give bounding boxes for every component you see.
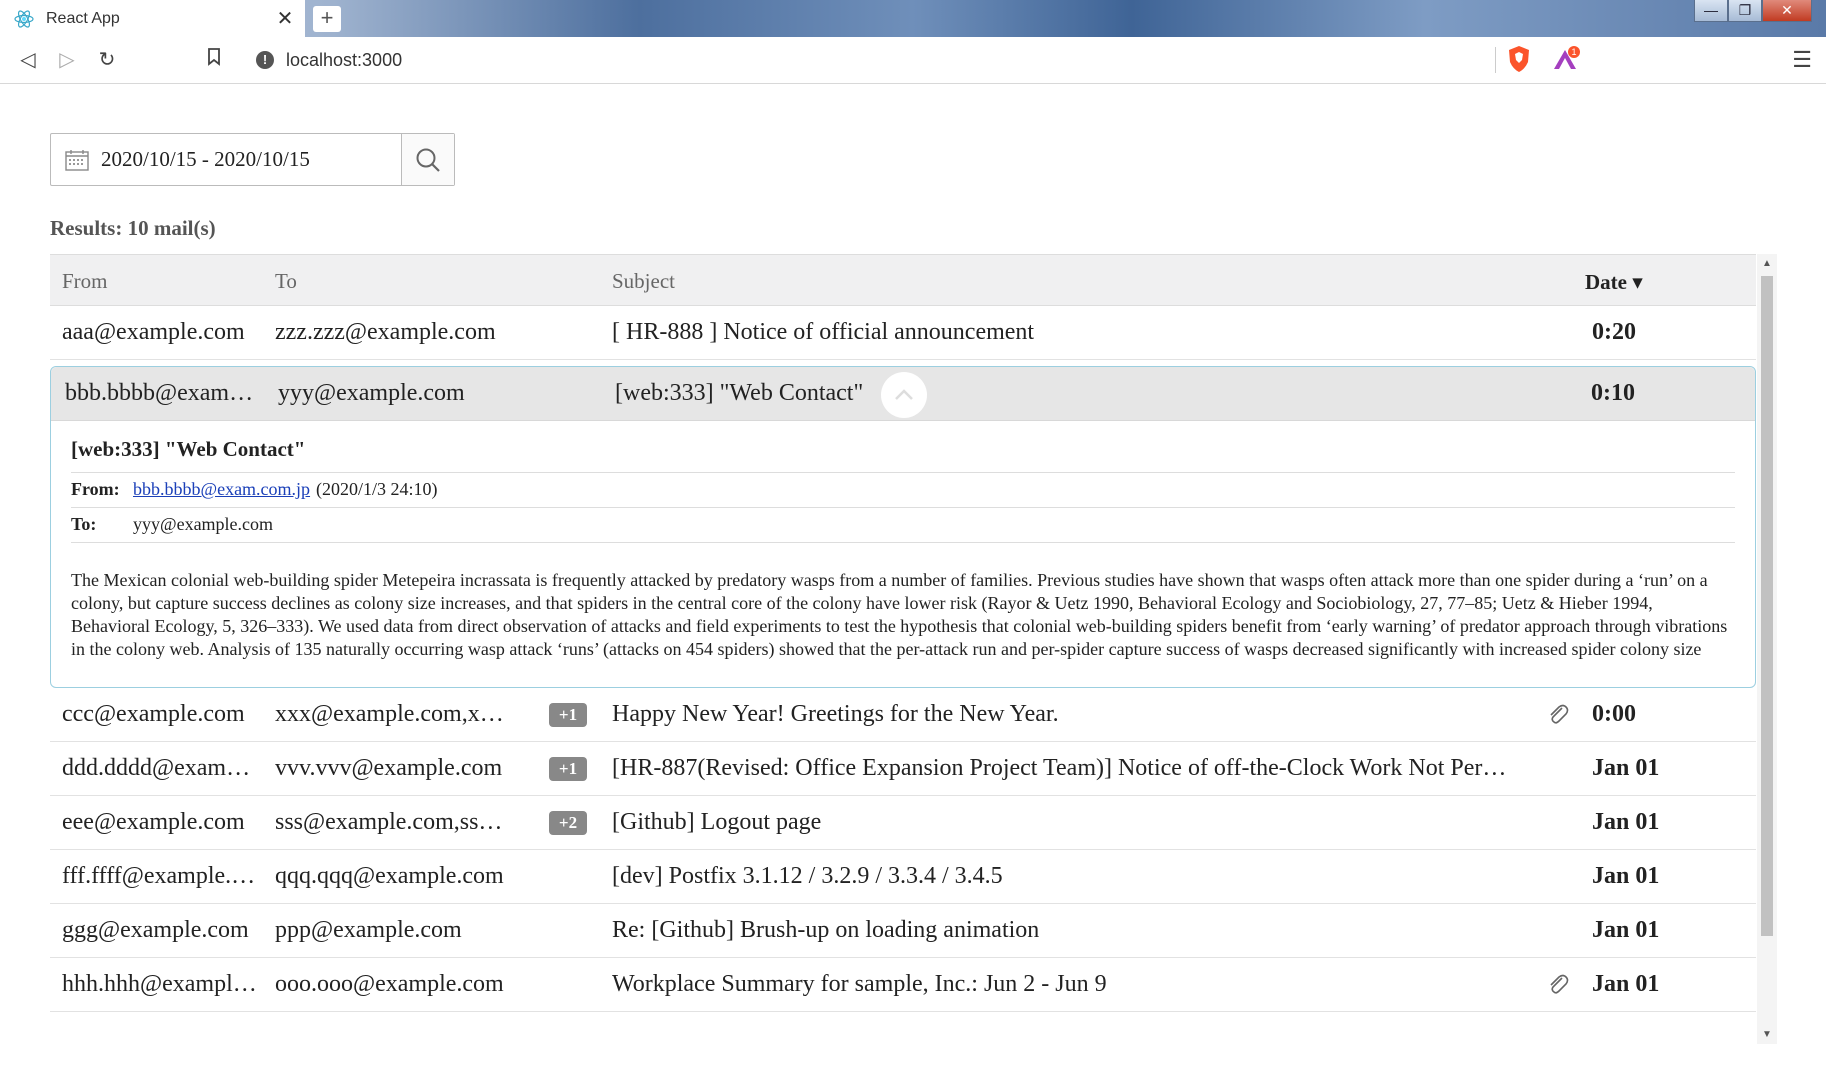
bookmark-icon[interactable] bbox=[200, 46, 228, 74]
row-date: Jan 01 bbox=[1592, 917, 1660, 943]
row-to: ooo.ooo@example.com bbox=[275, 971, 504, 997]
table-row[interactable]: fff.ffff@example.com qqq.qqq@example.com… bbox=[50, 850, 1756, 904]
attachment-icon bbox=[1550, 974, 1569, 994]
site-info-icon[interactable]: ! bbox=[256, 51, 274, 69]
mail-to-line: To: yyy@example.com bbox=[71, 507, 1735, 543]
table-row[interactable]: ccc@example.com xxx@example.com,xyz@exam… bbox=[50, 688, 1756, 742]
collapse-chevron-icon[interactable] bbox=[881, 372, 927, 418]
browser-tabstrip: React App ✕ + — ❐ ✕ bbox=[0, 0, 1826, 37]
brave-shield-icon[interactable] bbox=[1506, 45, 1532, 73]
hamburger-menu-icon[interactable]: ☰ bbox=[1792, 47, 1812, 73]
url-field[interactable]: ! localhost:3000 bbox=[244, 43, 1584, 77]
expanded-row-header[interactable]: bbb.bbbb@example.com yyy@example.com [we… bbox=[51, 367, 1755, 421]
tab-close-icon[interactable]: ✕ bbox=[275, 6, 295, 31]
row-date: Jan 01 bbox=[1592, 809, 1660, 835]
row-subject: Happy New Year! Greetings for the New Ye… bbox=[612, 701, 1059, 727]
tab-title: React App bbox=[46, 9, 120, 27]
window-close-button[interactable]: ✕ bbox=[1762, 0, 1812, 22]
header-from[interactable]: From bbox=[62, 269, 108, 294]
row-from: fff.ffff@example.com bbox=[62, 863, 257, 889]
row-subject: Re: [Github] Brush-up on loading animati… bbox=[612, 917, 1040, 943]
rewards-badge: 1 bbox=[1571, 47, 1576, 57]
scroll-thumb[interactable] bbox=[1761, 276, 1773, 936]
window-minimize-button[interactable]: — bbox=[1694, 0, 1728, 22]
row-subject: [web:333] "Web Contact" bbox=[615, 380, 864, 406]
brave-rewards-icon[interactable]: 1 bbox=[1551, 45, 1581, 73]
row-date: 0:00 bbox=[1592, 701, 1636, 727]
toolbar-divider bbox=[1495, 47, 1496, 73]
row-from: ddd.dddd@example.com bbox=[62, 755, 257, 781]
search-icon bbox=[416, 148, 440, 172]
table-row[interactable]: hhh.hhh@example.com ooo.ooo@example.com … bbox=[50, 958, 1756, 1012]
date-range-value: 2020/10/15 - 2020/10/15 bbox=[101, 147, 310, 171]
to-value: yyy@example.com bbox=[133, 514, 274, 534]
row-subject: [dev] Postfix 3.1.12 / 3.2.9 / 3.3.4 / 3… bbox=[612, 863, 1003, 889]
browser-tab[interactable]: React App ✕ bbox=[0, 0, 305, 37]
search-button[interactable] bbox=[401, 134, 454, 185]
back-icon[interactable]: ◁ bbox=[14, 46, 42, 74]
row-date: 0:10 bbox=[1591, 380, 1635, 406]
header-subject[interactable]: Subject bbox=[612, 269, 675, 294]
react-logo-icon bbox=[14, 9, 34, 28]
row-from: eee@example.com bbox=[62, 809, 245, 835]
from-email-link[interactable]: bbb.bbbb@exam.com.jp bbox=[133, 479, 310, 500]
row-from: hhh.hhh@example.com bbox=[62, 971, 257, 997]
row-from: ccc@example.com bbox=[62, 701, 245, 727]
expanded-mail: bbb.bbbb@example.com yyy@example.com [we… bbox=[50, 366, 1756, 688]
from-time: (2020/1/3 24:10) bbox=[316, 479, 438, 499]
scroll-down-arrow-icon[interactable]: ▼ bbox=[1757, 1029, 1777, 1040]
row-subject: [ HR-888 ] Notice of official announceme… bbox=[612, 319, 1035, 345]
table-row[interactable]: ddd.dddd@example.com vvv.vvv@example.com… bbox=[50, 742, 1756, 796]
header-to[interactable]: To bbox=[275, 269, 297, 294]
row-to: vvv.vvv@example.com bbox=[275, 755, 503, 781]
new-tab-button[interactable]: + bbox=[313, 6, 341, 32]
row-from: aaa@example.com bbox=[62, 319, 245, 345]
url-text: localhost:3000 bbox=[286, 49, 403, 70]
recipient-count-badge: +2 bbox=[549, 811, 587, 835]
row-to: sss@example.com,sss@example.com bbox=[275, 809, 510, 835]
table-scrollbar[interactable]: ▲ ▼ bbox=[1757, 254, 1777, 1044]
row-to: qqq.qqq@example.com bbox=[275, 863, 504, 889]
attachment-icon bbox=[1550, 704, 1569, 724]
row-subject: Workplace Summary for sample, Inc.: Jun … bbox=[612, 971, 1107, 997]
mail-from-line: From: bbb.bbbb@exam.com.jp (2020/1/3 24:… bbox=[71, 472, 1735, 507]
row-date: 0:20 bbox=[1592, 319, 1636, 345]
row-date: Jan 01 bbox=[1592, 755, 1660, 781]
date-range-input[interactable]: 2020/10/15 - 2020/10/15 bbox=[51, 134, 401, 185]
mail-body: The Mexican colonial web-building spider… bbox=[71, 570, 1728, 659]
mail-detail-title: [web:333] "Web Contact" bbox=[71, 437, 306, 461]
window-maximize-button[interactable]: ❐ bbox=[1728, 0, 1762, 22]
date-search-group: 2020/10/15 - 2020/10/15 bbox=[50, 133, 455, 186]
mail-table: From To Subject Date ▾ aaa@example.com z… bbox=[50, 254, 1756, 1044]
row-to: ppp@example.com bbox=[275, 917, 462, 943]
calendar-icon bbox=[65, 149, 89, 171]
row-subject: [HR-887(Revised: Office Expansion Projec… bbox=[612, 755, 1512, 781]
table-row[interactable]: aaa@example.com zzz.zzz@example.com [ HR… bbox=[50, 306, 1756, 360]
table-row[interactable]: eee@example.com sss@example.com,sss@exam… bbox=[50, 796, 1756, 850]
row-date: Jan 01 bbox=[1592, 863, 1660, 889]
from-label: From: bbox=[71, 479, 120, 499]
mail-detail: [web:333] "Web Contact" From: bbb.bbbb@e… bbox=[51, 421, 1755, 687]
row-from: bbb.bbbb@example.com bbox=[65, 380, 260, 406]
recipient-count-badge: +1 bbox=[549, 757, 587, 781]
row-subject: [Github] Logout page bbox=[612, 809, 822, 835]
header-date-sort[interactable]: Date ▾ bbox=[1585, 269, 1643, 295]
address-bar: ◁ ▷ ↻ ! localhost:3000 1 ☰ bbox=[0, 37, 1826, 84]
reload-icon[interactable]: ↻ bbox=[93, 46, 121, 74]
table-header: From To Subject Date ▾ bbox=[50, 254, 1756, 306]
table-row[interactable]: ggg@example.com ppp@example.com Re: [Git… bbox=[50, 904, 1756, 958]
row-to: yyy@example.com bbox=[278, 380, 465, 406]
row-from: ggg@example.com bbox=[62, 917, 249, 943]
row-to: xxx@example.com,xyz@example.com bbox=[275, 701, 510, 727]
to-label: To: bbox=[71, 514, 97, 534]
row-date: Jan 01 bbox=[1592, 971, 1660, 997]
recipient-count-badge: +1 bbox=[549, 703, 587, 727]
scroll-up-arrow-icon[interactable]: ▲ bbox=[1757, 258, 1777, 269]
row-to: zzz.zzz@example.com bbox=[275, 319, 496, 345]
forward-icon[interactable]: ▷ bbox=[53, 46, 81, 74]
results-count: Results: 10 mail(s) bbox=[50, 216, 216, 240]
